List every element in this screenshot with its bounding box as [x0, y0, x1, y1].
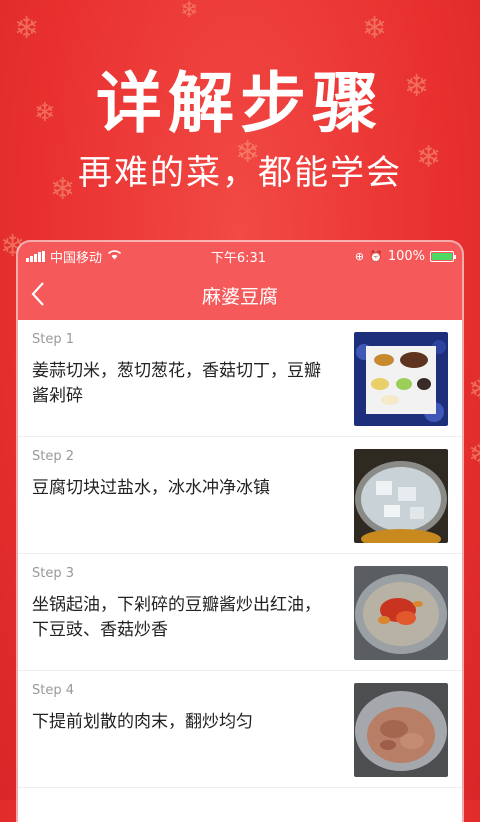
snowflake-icon: ❄: [362, 11, 388, 46]
chevron-left-icon[interactable]: [30, 280, 46, 313]
step-label: Step 4: [32, 683, 75, 698]
step-label: Step 2: [32, 449, 75, 464]
snowflake-icon: ❄: [468, 375, 480, 405]
step-list: Step 1 姜蒜切米，葱切葱花，香菇切丁，豆瓣酱剁碎 Step 2 豆腐切块过…: [18, 320, 462, 788]
step-description: 姜蒜切米，葱切葱花，香菇切丁，豆瓣酱剁碎: [32, 361, 321, 406]
snowflake-icon: ❄: [180, 0, 199, 23]
alarm-icon: ⏰: [369, 249, 383, 263]
signal-icon: [26, 250, 45, 262]
page-title: 麻婆豆腐: [201, 285, 278, 308]
status-time: 下午6:31: [210, 250, 267, 266]
snowflake-icon: ❄: [14, 11, 40, 46]
step-image-tofu-water: [354, 449, 448, 543]
status-bar: 中国移动 下午6:31 ⊕ ⏰ 100%: [18, 242, 462, 270]
step-label: Step 1: [32, 332, 75, 347]
battery-icon: [430, 250, 456, 262]
step-image-ingredients: [354, 332, 448, 426]
step-image-minced-meat: [354, 683, 448, 777]
list-item[interactable]: Step 3 坐锅起油，下剁碎的豆瓣酱炒出红油，下豆豉、香菇炒香: [18, 554, 462, 671]
phone-screen: 中国移动 下午6:31 ⊕ ⏰ 100% 麻婆豆腐 Step 1 姜蒜切米，葱切…: [18, 242, 462, 822]
nav-bar: 麻婆豆腐: [18, 270, 462, 320]
step-description: 下提前划散的肉末，翻炒均匀: [32, 712, 253, 732]
step-description: 坐锅起油，下剁碎的豆瓣酱炒出红油，下豆豉、香菇炒香: [32, 595, 321, 640]
snowflake-icon: ❄: [468, 440, 480, 470]
step-label: Step 3: [32, 566, 75, 581]
rotation-lock-icon: ⊕: [354, 249, 365, 263]
promo-title: 详解步骤: [96, 65, 384, 142]
promo-subtitle: 再难的菜，都能学会: [78, 153, 402, 193]
step-image-chili-oil: [354, 566, 448, 660]
step-description: 豆腐切块过盐水，冰水冲净冰镇: [32, 478, 270, 498]
list-item[interactable]: Step 4 下提前划散的肉末，翻炒均匀: [18, 671, 462, 788]
wifi-icon: [107, 249, 122, 263]
list-item[interactable]: Step 1 姜蒜切米，葱切葱花，香菇切丁，豆瓣酱剁碎: [18, 320, 462, 437]
carrier-name: 中国移动: [50, 250, 103, 266]
list-item[interactable]: Step 2 豆腐切块过盐水，冰水冲净冰镇: [18, 437, 462, 554]
battery-percent: 100%: [387, 248, 425, 264]
